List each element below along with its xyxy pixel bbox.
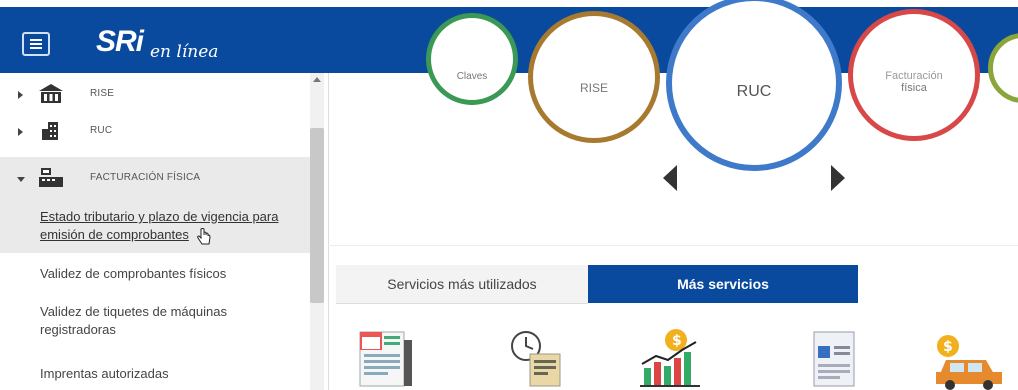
subitem-label-line1: Validez de tiquetes de máquinas xyxy=(40,304,227,319)
id-document-icon[interactable] xyxy=(804,328,866,390)
logo-subtitle: en línea xyxy=(150,42,219,62)
tab-servicios-mas-utilizados[interactable]: Servicios más utilizados xyxy=(336,265,588,304)
vehicle-tax-icon[interactable]: $ xyxy=(932,328,1008,390)
sidebar-item-ruc[interactable]: RUC xyxy=(0,110,310,154)
svg-text:$: $ xyxy=(943,339,953,355)
main-content: Claves RISE RUC Facturación física Servi… xyxy=(328,0,1018,390)
chevron-down-icon xyxy=(17,177,25,182)
carousel-label-line2: física xyxy=(901,82,927,94)
carousel-next-icon[interactable] xyxy=(831,165,845,191)
sidebar-item-facturacion-fisica[interactable]: FACTURACIÓN FÍSICA xyxy=(0,157,310,201)
cash-register-icon xyxy=(39,168,63,187)
subitem-label-line2: registradoras xyxy=(40,322,116,337)
subitem-label: Validez de comprobantes físicos xyxy=(40,266,227,281)
sidebar-item-label: RISE xyxy=(90,88,115,99)
subitem-label-line2: emisión de comprobantes xyxy=(40,227,189,242)
subitem-estado-tributario[interactable]: Estado tributario y plazo de vigencia pa… xyxy=(0,201,310,253)
app-window: SRi en línea RISE RUC FACTURACIÓN FÍSICA… xyxy=(0,0,1018,390)
logo-text: SRi xyxy=(96,25,144,58)
rise-building-icon xyxy=(39,84,63,103)
scroll-up-icon[interactable] xyxy=(313,77,321,82)
carousel-label: RISE xyxy=(579,81,608,95)
sidebar-item-label: FACTURACIÓN FÍSICA xyxy=(90,172,201,183)
chevron-right-icon xyxy=(18,91,23,99)
carousel-item-claves[interactable]: Claves xyxy=(426,13,518,105)
calendar-document-icon[interactable] xyxy=(356,328,418,390)
carousel-label-line1: Facturación xyxy=(885,70,943,82)
clock-document-icon[interactable] xyxy=(508,328,570,390)
svg-text:$: $ xyxy=(672,333,682,349)
divider xyxy=(328,245,1018,246)
sidebar: RISE RUC FACTURACIÓN FÍSICA Estado tribu… xyxy=(0,73,329,390)
sidebar-item-label: RUC xyxy=(90,125,113,136)
subitem-imprentas[interactable]: Imprentas autorizadas xyxy=(0,353,310,389)
subitem-label-line1: Estado tributario y plazo de vigencia pa… xyxy=(40,209,279,224)
subitem-validez-comprobantes[interactable]: Validez de comprobantes físicos xyxy=(0,253,310,295)
carousel-item-rise[interactable]: RISE xyxy=(528,11,660,143)
carousel-item-facturacion[interactable]: Facturación física xyxy=(848,9,980,141)
sri-logo[interactable]: SRi xyxy=(96,25,144,59)
ruc-building-icon xyxy=(42,122,58,140)
carousel-label: RUC xyxy=(736,83,772,100)
growth-chart-icon[interactable]: $ xyxy=(638,328,704,390)
hand-cursor-icon xyxy=(197,228,211,245)
subitem-label: Imprentas autorizadas xyxy=(40,366,169,381)
carousel-prev-icon[interactable] xyxy=(663,165,677,191)
carousel-label: Claves xyxy=(456,71,488,82)
tab-mas-servicios[interactable]: Más servicios xyxy=(588,265,858,303)
carousel-item-ruc[interactable]: RUC xyxy=(666,0,842,171)
sidebar-scrollbar-thumb[interactable] xyxy=(310,128,324,303)
hamburger-icon[interactable] xyxy=(22,32,50,56)
subitem-validez-tiquetes[interactable]: Validez de tiquetes de máquinas registra… xyxy=(0,295,310,347)
chevron-right-icon xyxy=(18,128,23,136)
